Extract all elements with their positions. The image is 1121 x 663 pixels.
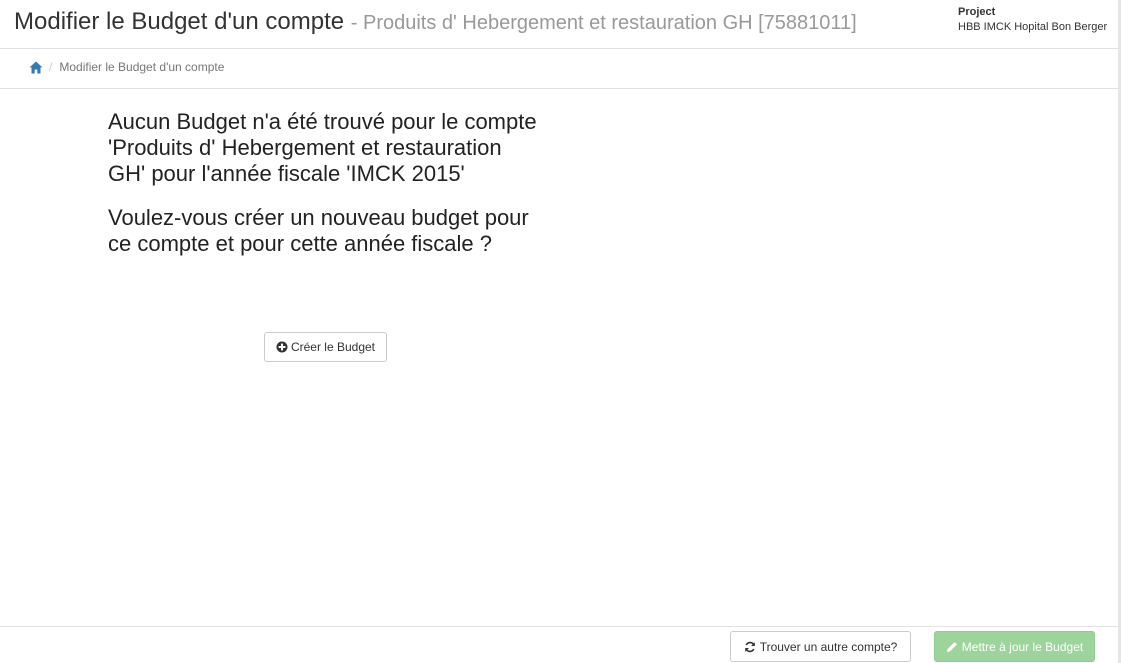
update-budget-button[interactable]: Mettre à jour le Budget xyxy=(934,631,1095,662)
footer-toolbar: Trouver un autre compte? Mettre à jour l… xyxy=(0,626,1118,663)
breadcrumb-items: / Modifier le Budget d'un compte xyxy=(29,60,224,74)
create-question: Voulez-vous créer un nouveau budget pour… xyxy=(108,205,529,256)
refresh-icon xyxy=(744,641,756,653)
not-found-message: Aucun Budget n'a été trouvé pour le comp… xyxy=(108,109,537,186)
page-title-text: Modifier le Budget d'un compte xyxy=(14,8,345,35)
pencil-icon xyxy=(946,641,958,653)
home-icon[interactable] xyxy=(29,61,43,74)
breadcrumb-current: Modifier le Budget d'un compte xyxy=(59,60,225,74)
budget-not-found-panel: Aucun Budget n'a été trouvé pour le comp… xyxy=(108,109,538,275)
find-other-account-button[interactable]: Trouver un autre compte? xyxy=(730,631,911,662)
page-subtitle: - Produits d' Hebergement et restauratio… xyxy=(350,12,857,34)
project-name: HBB IMCK Hopital Bon Berger xyxy=(958,21,1108,33)
breadcrumb-separator: / xyxy=(49,60,53,74)
project-label: Project xyxy=(958,6,996,18)
breadcrumb: / Modifier le Budget d'un compte xyxy=(0,48,1118,89)
plus-circle-icon xyxy=(276,341,288,353)
app-window: Modifier le Budget d'un compte - Produit… xyxy=(0,0,1121,663)
find-other-account-label: Trouver un autre compte? xyxy=(759,639,898,654)
create-budget-label: Créer le Budget xyxy=(290,340,376,354)
page-title: Modifier le Budget d'un compte - Produit… xyxy=(14,7,857,38)
project-info: Project HBB IMCK Hopital Bon Berger xyxy=(958,5,1107,35)
page-header: Modifier le Budget d'un compte - Produit… xyxy=(0,0,1118,49)
update-budget-label: Mettre à jour le Budget xyxy=(961,639,1084,654)
create-budget-button[interactable]: Créer le Budget xyxy=(264,332,387,362)
